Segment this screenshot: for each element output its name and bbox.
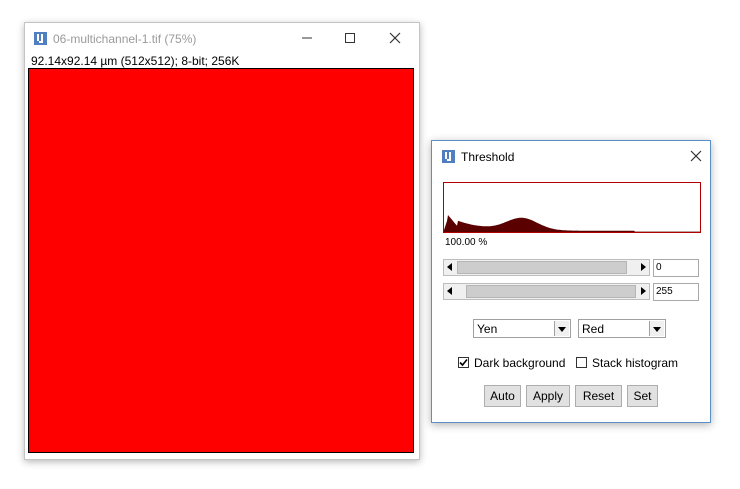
stack-histogram-label: Stack histogram	[592, 356, 679, 370]
threshold-titlebar[interactable]: Threshold	[432, 141, 710, 172]
stack-histogram-checkbox[interactable]	[576, 357, 587, 368]
chevron-down-icon[interactable]	[554, 321, 569, 336]
dark-background-checkbox[interactable]	[458, 357, 469, 368]
dialog-title: Threshold	[461, 150, 515, 164]
dark-background-label: Dark background	[474, 356, 566, 370]
method-select[interactable]: Yen	[473, 319, 571, 338]
histogram-percent: 100.00 %	[445, 237, 488, 248]
close-icon[interactable]	[684, 145, 708, 167]
histogram-plot	[444, 215, 700, 232]
left-arrow-icon	[447, 287, 452, 295]
slider-left-arrow[interactable]	[444, 284, 457, 299]
image-window-titlebar[interactable]: 06-multichannel-1.tif (75%)	[25, 23, 419, 54]
stack-histogram-option[interactable]: Stack histogram	[576, 356, 686, 371]
image-canvas[interactable]	[28, 68, 414, 453]
reset-button[interactable]: Reset	[575, 385, 622, 407]
right-arrow-icon	[641, 263, 646, 271]
histogram	[443, 182, 701, 233]
close-icon[interactable]	[383, 27, 407, 49]
method-value: Yen	[477, 322, 498, 336]
left-arrow-icon	[447, 263, 452, 271]
slider-thumb[interactable]	[466, 285, 636, 298]
set-button[interactable]: Set	[627, 385, 658, 407]
upper-threshold-field[interactable]: 255	[653, 283, 699, 301]
lower-threshold-slider[interactable]	[443, 259, 650, 276]
lower-threshold-field[interactable]: 0	[653, 259, 699, 277]
imagej-icon	[442, 150, 455, 163]
minimize-icon[interactable]	[295, 27, 319, 49]
image-window: 06-multichannel-1.tif (75%) 92.14x92.14 …	[24, 22, 420, 460]
auto-button[interactable]: Auto	[484, 385, 521, 407]
dark-background-option[interactable]: Dark background	[458, 356, 573, 371]
slider-right-arrow[interactable]	[636, 260, 649, 275]
checkmark-icon	[459, 358, 468, 367]
slider-right-arrow[interactable]	[636, 284, 649, 299]
imagej-icon	[34, 32, 47, 45]
display-value: Red	[582, 322, 605, 336]
histogram-area	[444, 215, 700, 232]
maximize-icon[interactable]	[338, 27, 362, 49]
threshold-dialog: Threshold 100.00 % 0 255 Yen Red Dark ba…	[431, 140, 711, 423]
display-select[interactable]: Red	[578, 319, 666, 338]
right-arrow-icon	[641, 287, 646, 295]
image-info: 92.14x92.14 µm (512x512); 8-bit; 256K	[31, 54, 240, 68]
slider-left-arrow[interactable]	[444, 260, 457, 275]
chevron-down-icon[interactable]	[649, 321, 664, 336]
upper-threshold-slider[interactable]	[443, 283, 650, 300]
slider-thumb[interactable]	[457, 261, 627, 274]
window-title: 06-multichannel-1.tif (75%)	[53, 32, 197, 46]
apply-button[interactable]: Apply	[526, 385, 570, 407]
